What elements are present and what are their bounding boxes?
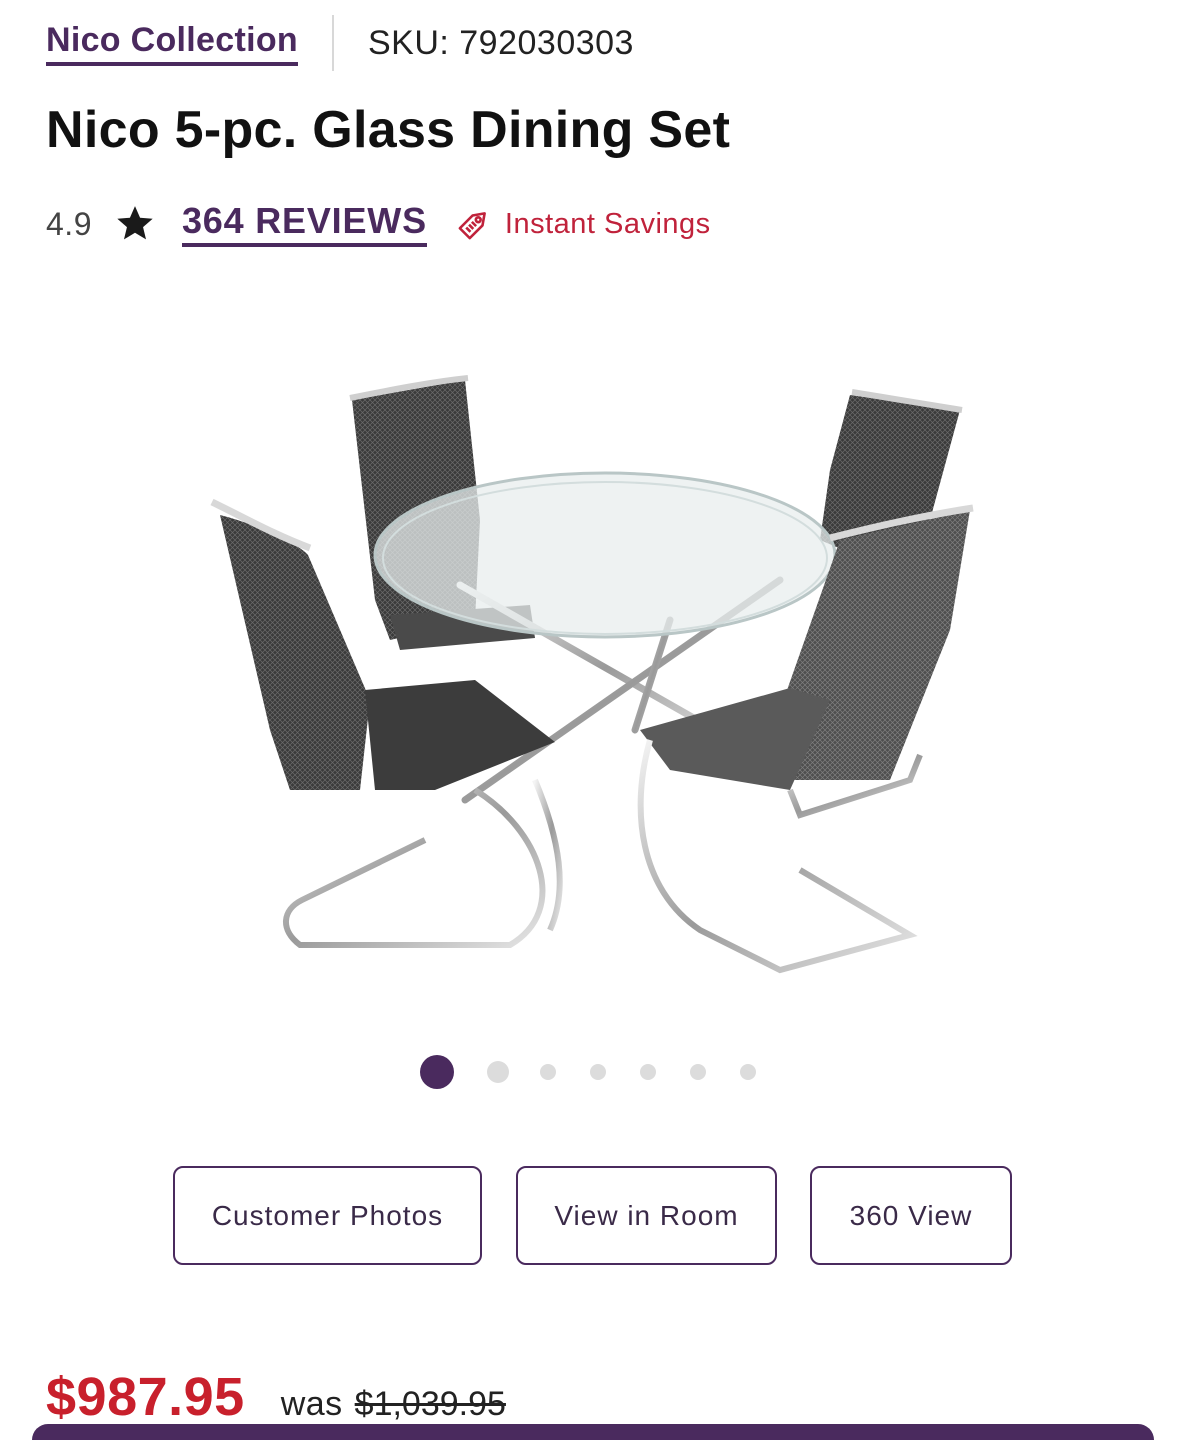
- instant-savings-label: Instant Savings: [504, 207, 711, 240]
- carousel-dot[interactable]: [540, 1064, 556, 1080]
- product-title: Nico 5-pc. Glass Dining Set: [46, 101, 731, 159]
- product-image[interactable]: [190, 370, 990, 990]
- price-row: $987.95 was $1,039.95: [46, 1366, 506, 1428]
- view-in-room-button[interactable]: View in Room: [516, 1166, 777, 1265]
- carousel-dot[interactable]: [690, 1064, 706, 1080]
- product-page: Nico Collection SKU: 792030303 Nico 5-pc…: [0, 0, 1185, 1440]
- carousel-dot[interactable]: [740, 1064, 756, 1080]
- current-price: $987.95: [46, 1367, 245, 1427]
- rating-row: 4.9 364 REVIEWS Instant Savings: [46, 196, 711, 252]
- 360-view-button[interactable]: 360 View: [810, 1166, 1012, 1265]
- was-label: was: [280, 1385, 343, 1423]
- sku-label: SKU: 792030303: [367, 23, 634, 62]
- carousel-dot[interactable]: [590, 1064, 606, 1080]
- rating-value: 4.9: [46, 205, 92, 242]
- instant-savings[interactable]: Instant Savings: [451, 201, 711, 247]
- was-price: $1,039.95: [354, 1385, 506, 1423]
- add-to-cart-bar[interactable]: [32, 1424, 1154, 1440]
- carousel-dot[interactable]: [640, 1064, 656, 1080]
- product-meta-row: Nico Collection SKU: 792030303: [46, 15, 634, 71]
- carousel-dot[interactable]: [487, 1061, 509, 1083]
- price-tag-icon: [451, 201, 497, 247]
- collection-link[interactable]: Nico Collection: [46, 20, 298, 66]
- carousel-dot[interactable]: [420, 1055, 454, 1089]
- meta-divider: [331, 15, 334, 71]
- carousel-dots: [0, 1052, 1185, 1092]
- dining-set-photo: [210, 375, 974, 974]
- reviews-link[interactable]: 364 REVIEWS: [181, 201, 427, 247]
- customer-photos-button[interactable]: Customer Photos: [173, 1166, 482, 1265]
- star-icon: [114, 203, 156, 245]
